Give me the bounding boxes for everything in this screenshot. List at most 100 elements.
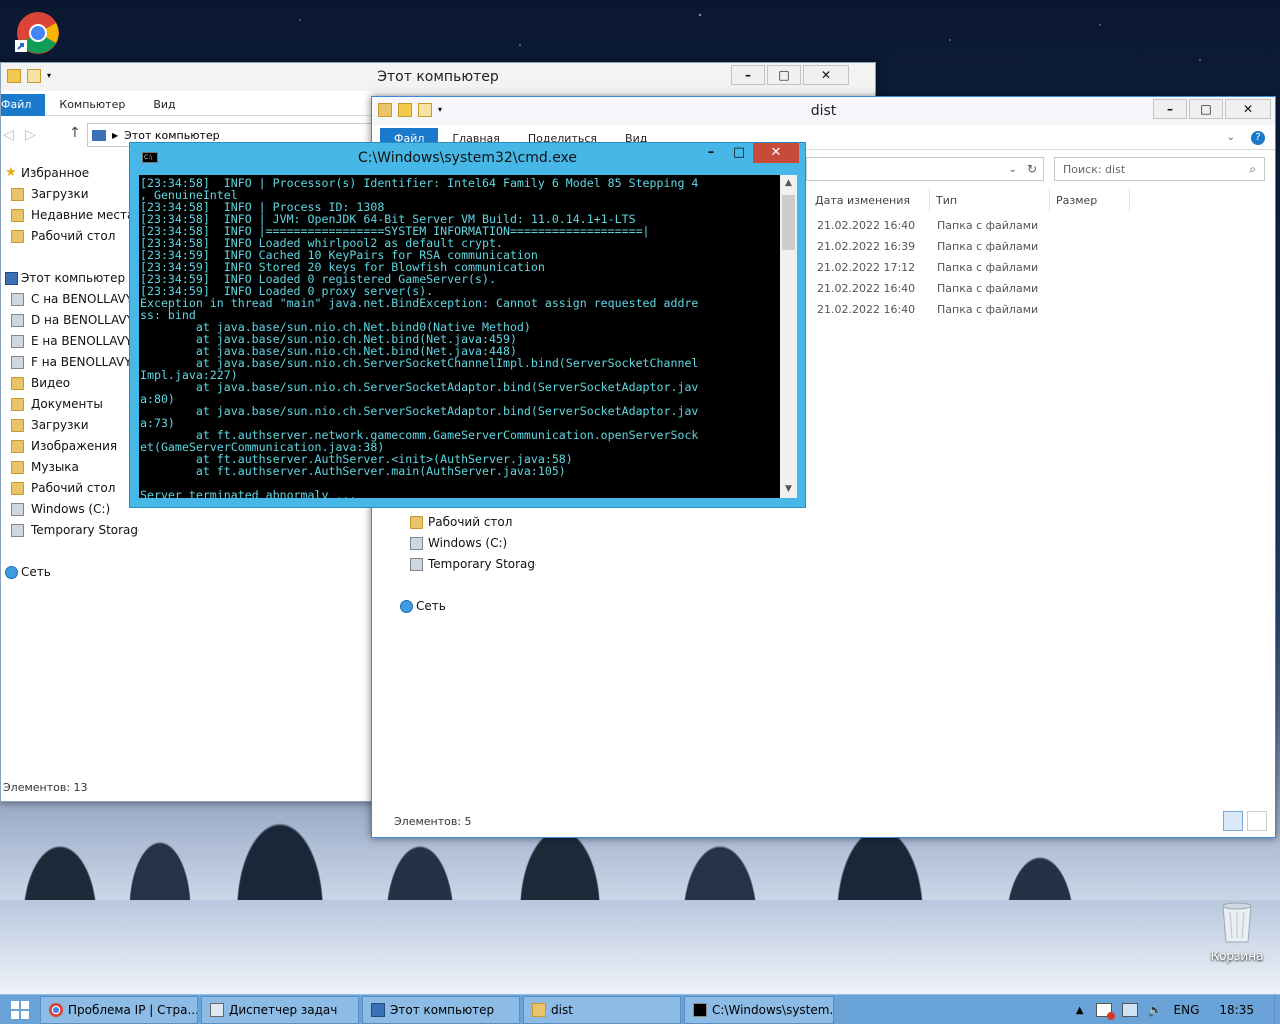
taskbar-button[interactable]: Этот компьютер xyxy=(362,995,520,1024)
close-button[interactable]: ✕ xyxy=(1225,99,1271,119)
nav-item[interactable]: Музыка xyxy=(1,457,139,478)
nav-item[interactable]: Windows (C:) xyxy=(1,499,139,520)
nav-item[interactable]: Temporary Storage ( xyxy=(1,520,139,541)
breadcrumb[interactable]: Этот компьютер xyxy=(124,129,220,142)
nav-item[interactable]: Недавние места xyxy=(1,205,139,226)
taskbar-button-label: Этот компьютер xyxy=(390,1002,495,1017)
minimize-button[interactable]: – xyxy=(1153,99,1187,119)
nav-item-label: Сеть xyxy=(21,565,51,579)
show-desktop-button[interactable] xyxy=(1274,995,1280,1024)
nav-item[interactable]: Windows (C:) xyxy=(406,533,536,554)
drive-icon xyxy=(11,503,24,516)
column-type[interactable]: Тип xyxy=(930,188,1050,212)
nav-item[interactable]: Рабочий стол xyxy=(1,226,139,247)
nav-back-button[interactable]: ◁ xyxy=(3,127,14,143)
console-line: Exception in thread "main" java.net.Bind… xyxy=(140,296,699,310)
navigation-pane: ★ Избранное Загрузки Недавние места Рабочий … xyxy=(1,163,139,583)
scrollbar-thumb[interactable] xyxy=(782,195,795,250)
table-row[interactable]: 21.02.2022 16:40 Папка с файлами xyxy=(817,282,1057,303)
nav-item[interactable]: D на BENOLLAVY xyxy=(1,310,139,331)
maximize-button[interactable]: □ xyxy=(767,65,801,85)
minimize-button[interactable]: – xyxy=(731,65,765,85)
refresh-icon[interactable]: ↻ xyxy=(1027,162,1037,176)
details-view-button[interactable] xyxy=(1223,811,1243,831)
type-cell: Папка с файлами xyxy=(937,261,1039,274)
recycle-bin-shortcut[interactable]: Корзина xyxy=(1206,898,1268,963)
console-output[interactable]: [23:34:58] INFO | Processor(s) Identifie… xyxy=(139,175,780,498)
status-item-count: Элементов: 5 xyxy=(394,815,472,828)
scroll-up-icon[interactable]: ▲ xyxy=(780,175,797,192)
titlebar[interactable]: ▾ dist – □ ✕ xyxy=(372,97,1275,125)
network-tray-icon[interactable] xyxy=(1121,1003,1138,1017)
tab-computer[interactable]: Компьютер xyxy=(45,94,139,116)
folder-icon xyxy=(11,377,24,390)
nav-item[interactable]: C на BENOLLAVY xyxy=(1,289,139,310)
nav-item[interactable]: Этот компьютер xyxy=(1,268,139,289)
type-cell: Папка с файлами xyxy=(937,240,1039,253)
maximize-button[interactable]: □ xyxy=(1189,99,1223,119)
close-button[interactable]: ✕ xyxy=(803,65,849,85)
large-icons-view-button[interactable] xyxy=(1247,811,1267,831)
date-cell: 21.02.2022 16:40 xyxy=(817,219,916,232)
clock[interactable]: 18:35 xyxy=(1219,1003,1254,1017)
window-title: dist xyxy=(810,103,837,119)
action-center-icon[interactable] xyxy=(1095,1003,1115,1020)
nav-item[interactable]: E на BENOLLAVY xyxy=(1,331,139,352)
nav-item[interactable]: Документы xyxy=(1,394,139,415)
taskbar-button[interactable]: C:\Windows\system... xyxy=(684,995,834,1024)
volume-muted-icon[interactable]: 🔈 xyxy=(1148,1003,1164,1017)
nav-item-label: Этот компьютер xyxy=(21,271,126,285)
vertical-scrollbar[interactable]: ▲ ▼ xyxy=(780,175,797,498)
nav-item[interactable]: Загрузки xyxy=(1,184,139,205)
show-hidden-icons-icon[interactable]: ▲ xyxy=(1076,1005,1084,1016)
recycle-bin-icon xyxy=(1222,902,1252,943)
windows-logo-icon xyxy=(11,1000,29,1019)
table-row[interactable]: 21.02.2022 16:40 Папка с файлами xyxy=(817,303,1057,324)
nav-item[interactable]: Рабочий стол xyxy=(406,512,536,533)
nav-item-label: Сеть xyxy=(416,599,446,613)
table-row[interactable]: 21.02.2022 16:40 Папка с файлами xyxy=(817,219,1057,240)
taskbar-button[interactable]: dist xyxy=(523,995,681,1024)
minimize-button[interactable]: – xyxy=(697,143,725,163)
titlebar[interactable]: ▾ Этот компьютер – □ ✕ xyxy=(1,63,875,91)
help-icon[interactable]: ? xyxy=(1251,131,1265,145)
nav-item[interactable]: Видео xyxy=(1,373,139,394)
folder-icon xyxy=(11,419,24,432)
nav-item[interactable]: Сеть xyxy=(396,596,536,617)
taskbar-button[interactable]: Проблема IP | Стра... xyxy=(40,995,198,1024)
address-bar[interactable]: ⌄ ↻ xyxy=(806,157,1044,181)
column-size[interactable]: Размер xyxy=(1050,188,1130,212)
table-row[interactable]: 21.02.2022 16:39 Папка с файлами xyxy=(817,240,1057,261)
search-input[interactable]: Поиск: dist ⌕ xyxy=(1054,157,1265,181)
nav-item[interactable]: Сеть xyxy=(1,562,139,583)
tab-file[interactable]: Файл xyxy=(1,93,46,116)
close-button[interactable]: ✕ xyxy=(753,143,799,163)
nav-item[interactable]: F на BENOLLAVY xyxy=(1,352,139,373)
tab-view[interactable]: Вид xyxy=(139,94,189,116)
nav-up-button[interactable]: ↑ xyxy=(69,125,81,141)
navigation-pane: Рабочий стол Windows (C:) Temporary Storag… xyxy=(400,512,536,617)
cmd-window[interactable]: C:\ C:\Windows\system32\cmd.exe – □ ✕ [2… xyxy=(129,142,806,508)
chrome-shortcut[interactable] xyxy=(14,10,62,56)
nav-item[interactable]: ★ Избранное xyxy=(1,163,139,184)
taskbar-button-label: Диспетчер задач xyxy=(229,1002,338,1017)
titlebar[interactable]: C:\ C:\Windows\system32\cmd.exe – □ ✕ xyxy=(130,143,805,171)
start-button[interactable] xyxy=(0,995,40,1024)
nav-item[interactable]: Рабочий стол xyxy=(1,478,139,499)
maximize-button[interactable]: □ xyxy=(725,143,753,163)
ribbon-expand-icon[interactable]: ⌄ xyxy=(1227,132,1235,143)
date-cell: 21.02.2022 16:39 xyxy=(817,240,916,253)
chevron-down-icon[interactable]: ⌄ xyxy=(1009,164,1017,175)
network-icon xyxy=(5,566,18,579)
nav-item[interactable]: Изображения xyxy=(1,436,139,457)
nav-item[interactable]: Temporary Storage ( xyxy=(406,554,536,575)
taskbar-button[interactable]: Диспетчер задач xyxy=(201,995,359,1024)
scroll-down-icon[interactable]: ▼ xyxy=(780,481,797,498)
column-date-modified[interactable]: Дата изменения xyxy=(809,188,930,212)
folder-icon xyxy=(11,461,24,474)
window-controls: – □ ✕ xyxy=(731,65,849,85)
language-indicator[interactable]: ENG xyxy=(1174,1003,1200,1017)
nav-item[interactable]: Загрузки xyxy=(1,415,139,436)
table-row[interactable]: 21.02.2022 17:12 Папка с файлами xyxy=(817,261,1057,282)
nav-forward-button[interactable]: ▷ xyxy=(25,127,36,143)
